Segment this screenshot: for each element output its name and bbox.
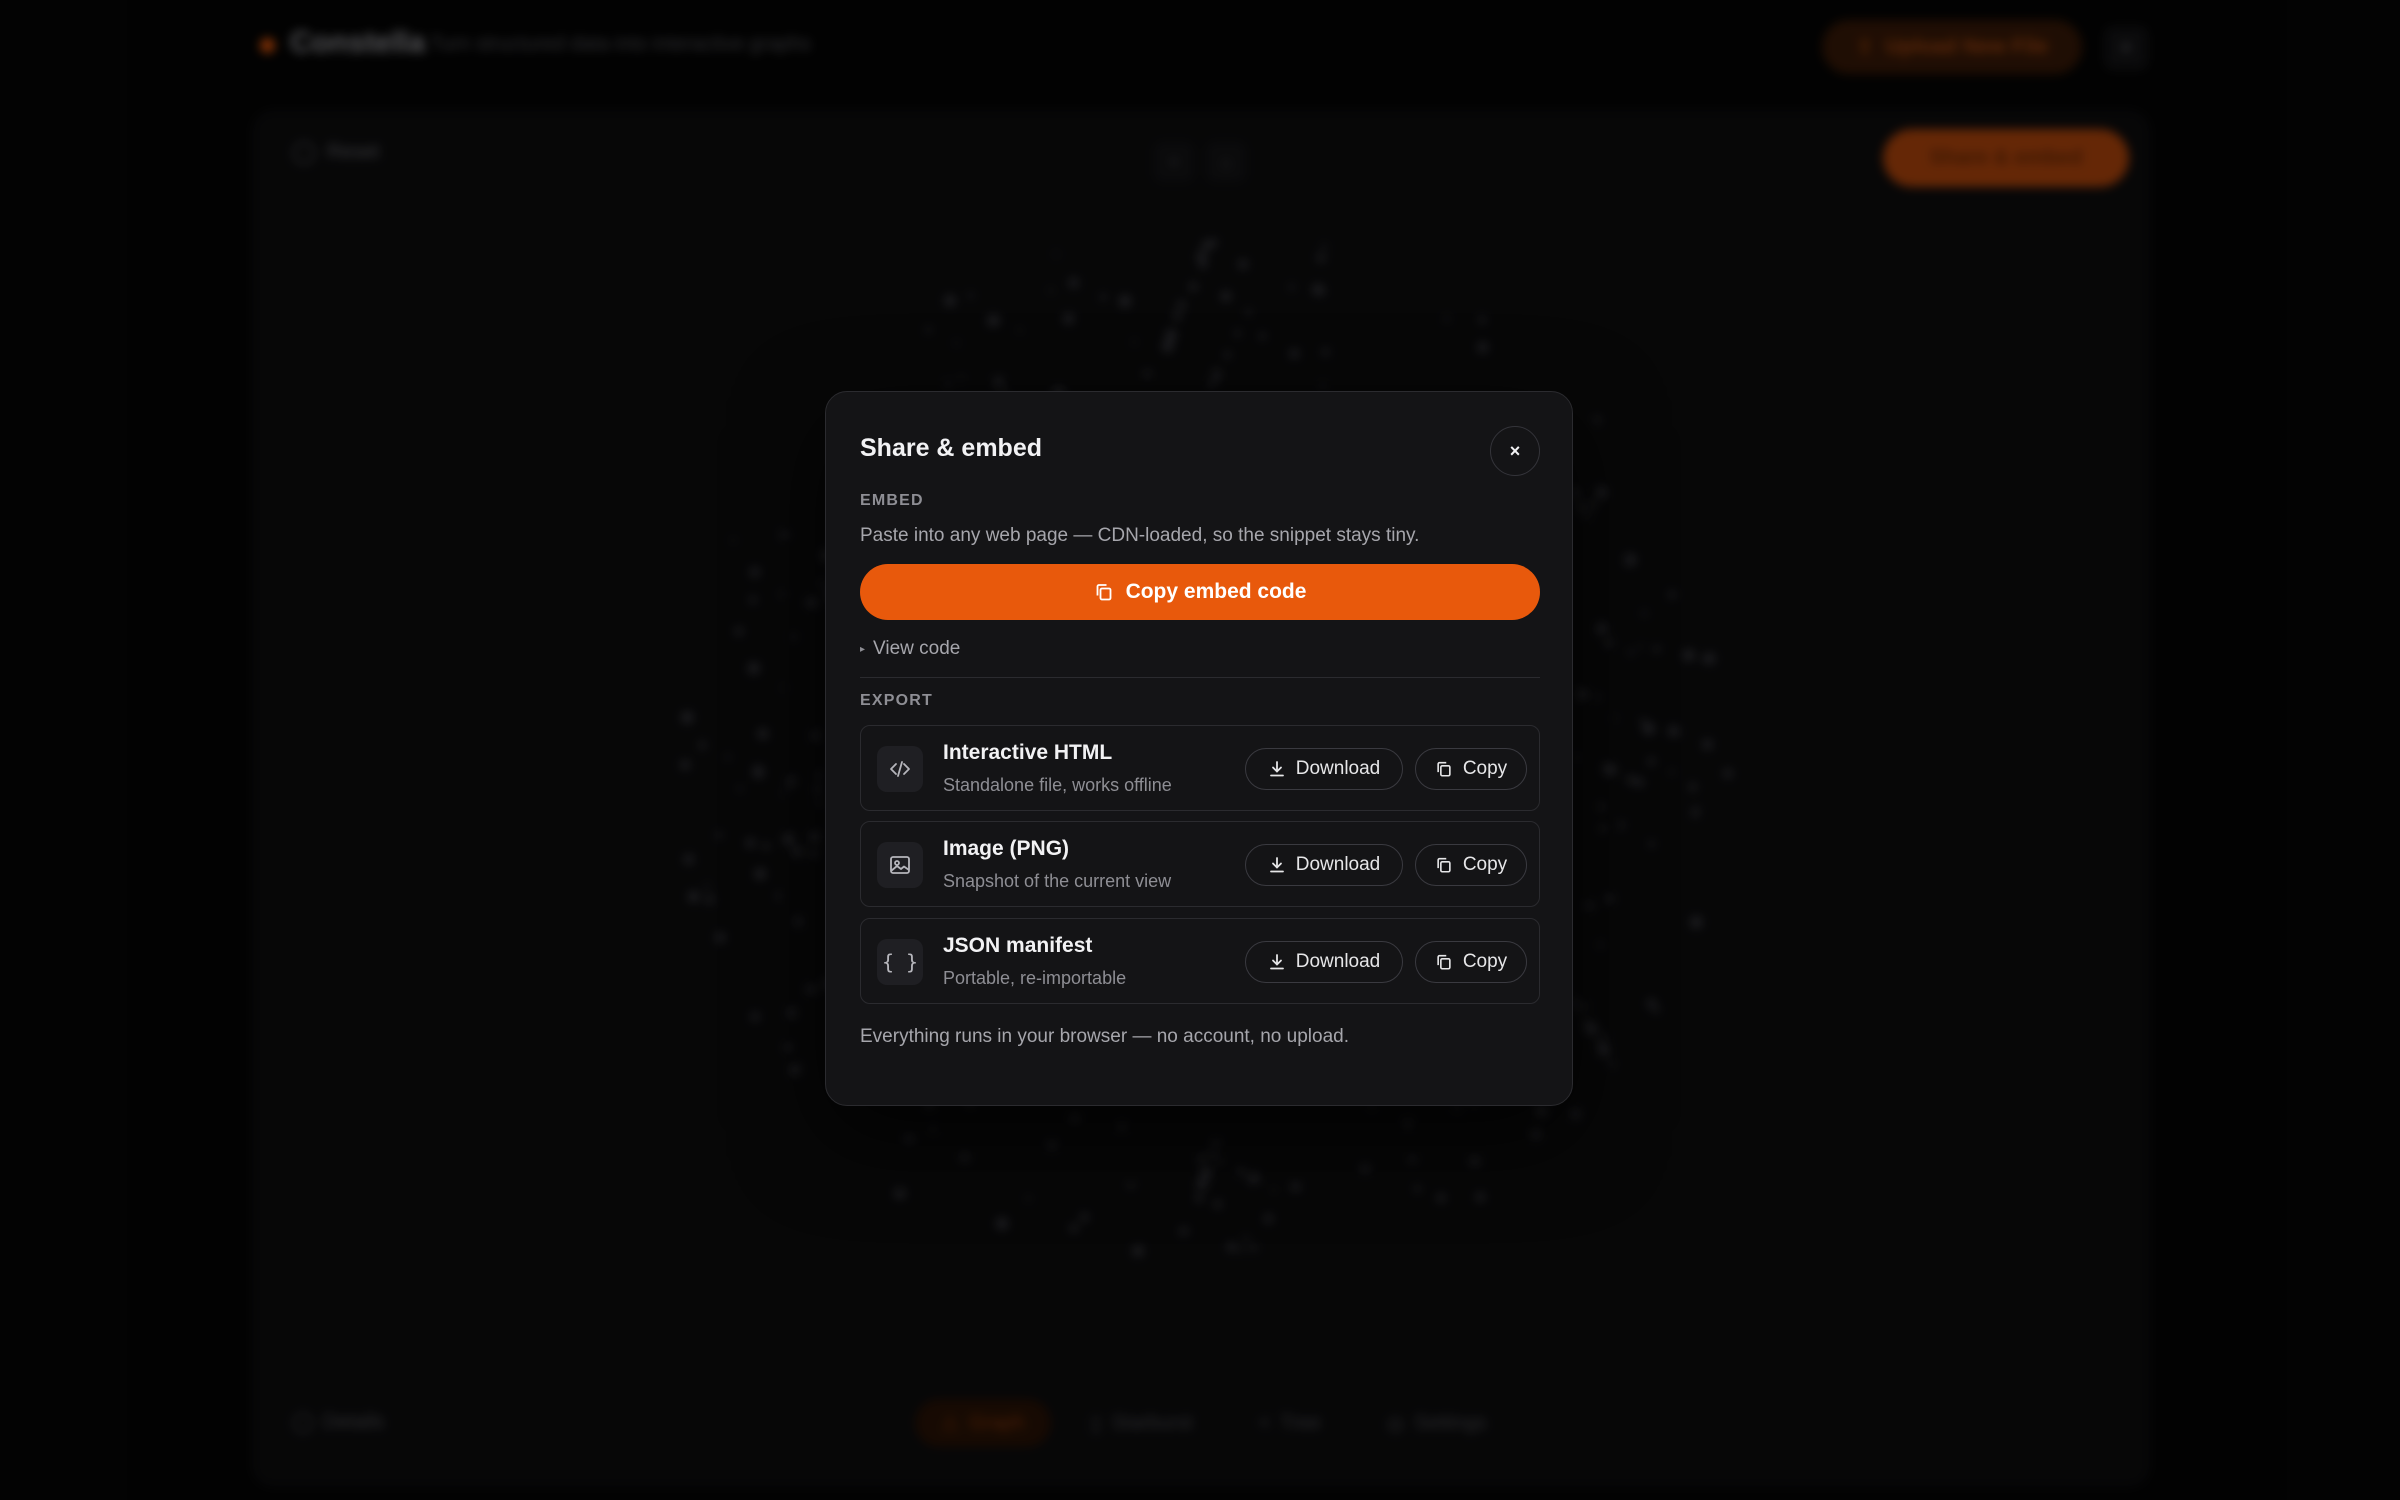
share-embed-dialog: Share & embed × EMBED Paste into any web… <box>825 391 1573 1106</box>
copy-button[interactable]: Copy <box>1415 844 1527 886</box>
view-code-toggle[interactable]: ▸ View code <box>860 638 960 660</box>
export-subtitle: Standalone file, works offline <box>943 775 1172 795</box>
download-icon <box>1269 761 1284 777</box>
image-icon <box>877 842 923 888</box>
export-title: JSON manifest <box>943 934 1093 957</box>
export-row-image-png: Image (PNG) Snapshot of the current view… <box>860 821 1540 907</box>
download-label: Download <box>1295 854 1381 875</box>
export-subtitle: Snapshot of the current view <box>943 871 1172 891</box>
export-subtitle: Portable, re-importable <box>943 968 1127 988</box>
copy-embed-label: Copy embed code <box>1125 580 1307 603</box>
download-icon <box>1269 954 1284 970</box>
view-code-label: View code <box>873 638 961 659</box>
copy-button[interactable]: Copy <box>1415 941 1527 983</box>
copy-icon <box>1096 584 1111 601</box>
export-row-json-manifest: { } JSON manifest Portable, re-importabl… <box>860 918 1540 1004</box>
close-button[interactable]: × <box>1490 426 1540 476</box>
download-icon <box>1269 857 1284 873</box>
copy-label: Copy <box>1462 758 1508 779</box>
embed-section-label: EMBED <box>860 492 924 509</box>
export-section-label: EXPORT <box>860 692 933 709</box>
download-button[interactable]: Download <box>1245 748 1403 790</box>
section-divider <box>860 677 1540 678</box>
copy-button[interactable]: Copy <box>1415 748 1527 790</box>
dialog-title: Share & embed <box>860 434 1043 462</box>
privacy-note: Everything runs in your browser — no acc… <box>860 1026 1349 1047</box>
copy-embed-code-button[interactable]: Copy embed code <box>860 564 1540 620</box>
code-icon <box>877 746 923 792</box>
close-icon: × <box>1509 440 1521 461</box>
copy-label: Copy <box>1462 951 1508 972</box>
download-button[interactable]: Download <box>1245 844 1403 886</box>
braces-icon: { } <box>877 939 923 985</box>
caret-right-icon: ▸ <box>860 643 866 655</box>
copy-label: Copy <box>1462 854 1508 875</box>
copy-icon <box>1437 761 1451 777</box>
embed-description: Paste into any web page — CDN-loaded, so… <box>860 525 1420 546</box>
download-button[interactable]: Download <box>1245 941 1403 983</box>
export-title: Image (PNG) <box>943 837 1070 860</box>
export-row-interactive-html: Interactive HTML Standalone file, works … <box>860 725 1540 811</box>
download-label: Download <box>1295 758 1381 779</box>
copy-icon <box>1437 857 1451 873</box>
copy-icon <box>1437 954 1451 970</box>
export-title: Interactive HTML <box>943 741 1113 764</box>
download-label: Download <box>1295 951 1381 972</box>
